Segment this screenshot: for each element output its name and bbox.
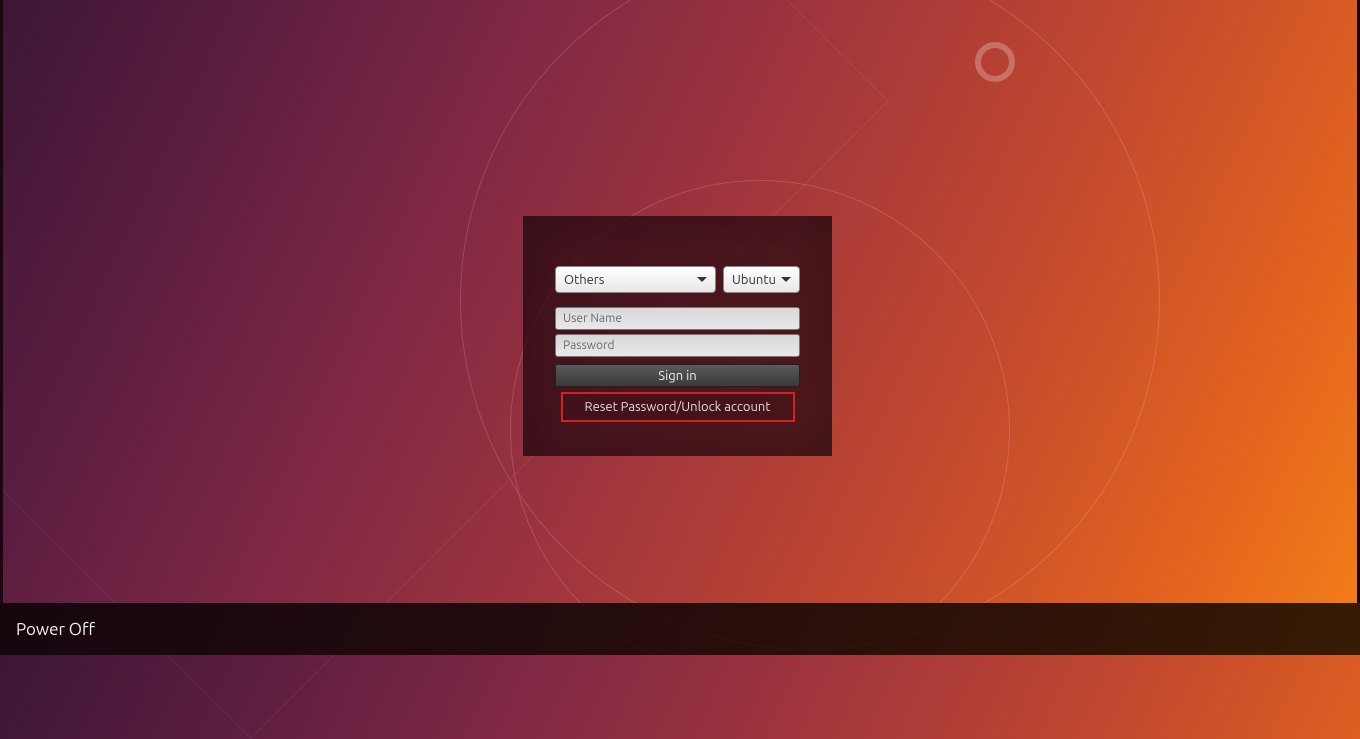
selector-row: Others Ubuntu (555, 266, 800, 293)
sign-in-button[interactable]: Sign in (555, 364, 800, 387)
reset-password-link[interactable]: Reset Password/Unlock account (561, 392, 795, 422)
login-panel: Others Ubuntu Sign in Reset Password/Unl… (523, 216, 832, 456)
chevron-down-icon (697, 277, 707, 282)
user-select-dropdown[interactable]: Others (555, 266, 716, 293)
user-select-label: Others (564, 273, 604, 287)
bottom-bar: Power Off (0, 603, 1360, 655)
password-input[interactable] (555, 334, 800, 357)
left-edge (0, 0, 3, 603)
chevron-down-icon (781, 277, 791, 282)
username-input[interactable] (555, 307, 800, 330)
session-select-dropdown[interactable]: Ubuntu (723, 266, 800, 293)
power-off-button[interactable]: Power Off (16, 620, 95, 639)
session-select-label: Ubuntu (732, 273, 776, 287)
